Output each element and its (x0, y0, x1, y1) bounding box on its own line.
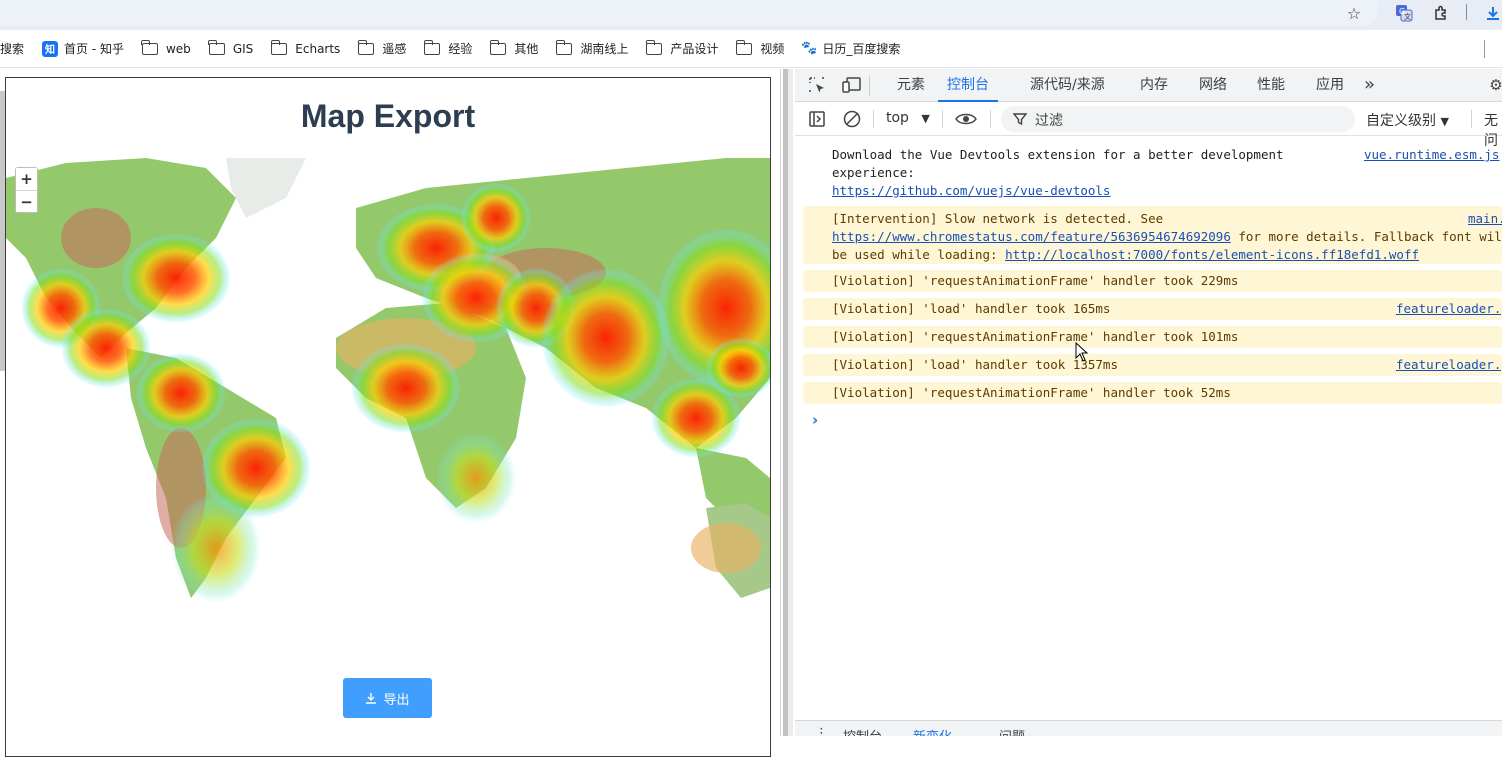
zoom-out-button[interactable]: − (16, 190, 37, 212)
tab-network[interactable]: 网络 (1199, 69, 1227, 102)
bookmark-baidu-calendar[interactable]: 🐾 日历_百度搜索 (801, 37, 900, 61)
page-viewport: Map Export + − 导出 (0, 69, 780, 757)
context-selector[interactable]: top ▼ (886, 110, 930, 126)
source-link[interactable]: featureloader.js (1396, 356, 1502, 374)
bookmarks-divider (1484, 40, 1485, 58)
inspect-element-icon[interactable] (806, 74, 828, 96)
tab-application[interactable]: 应用 (1316, 69, 1344, 102)
extensions-icon[interactable] (1430, 2, 1452, 24)
devtools-tabbar: 元素 控制台 源代码/来源 内存 网络 性能 应用 » ⚙ (795, 69, 1502, 102)
splitter-handle[interactable] (783, 69, 788, 736)
folder-icon (555, 39, 573, 55)
bookmark-folder-video[interactable]: 视频 (735, 37, 784, 61)
console-link[interactable]: http://localhost:7000/fonts/element-icon… (1005, 247, 1419, 262)
bookmark-folder-echarts[interactable]: Echarts (270, 37, 340, 61)
source-link[interactable]: featureloader.js (1396, 300, 1502, 318)
live-expression-eye-icon[interactable] (955, 108, 977, 130)
zoom-in-button[interactable]: + (16, 168, 37, 190)
bookmark-zhihu[interactable]: 知首页 - 知乎 (42, 37, 124, 61)
source-link[interactable]: main.js (1468, 210, 1502, 228)
tab-memory[interactable]: 内存 (1140, 69, 1168, 102)
translate-icon[interactable]: G文 (1393, 2, 1415, 24)
folder-icon (141, 39, 158, 55)
tab-sources[interactable]: 源代码/来源 (1030, 69, 1105, 102)
drawer-tab-issues[interactable]: 问题 (999, 726, 1025, 736)
console-warning: [Violation] 'load' handler took 1357ms f… (803, 354, 1502, 376)
bookmark-folder-product-design[interactable]: 产品设计 (645, 37, 718, 61)
toolbar-separator (942, 110, 943, 128)
console-prompt-icon[interactable]: › (812, 411, 818, 429)
bookmarks-bar: 搜索 知首页 - 知乎 web GIS Echarts 遥感 经验 其他 湖南线… (0, 30, 1502, 68)
drawer-tab-whats-new[interactable]: 新变化 (913, 726, 952, 736)
console-warning: [Violation] 'requestAnimationFrame' hand… (803, 270, 1502, 292)
console-warning: [Violation] 'requestAnimationFrame' hand… (803, 326, 1502, 348)
folder-icon (357, 39, 375, 55)
bookmark-folder-hunan[interactable]: 湖南线上 (555, 37, 628, 61)
bookmark-search[interactable]: 搜索 (0, 37, 24, 61)
device-toggle-icon[interactable] (841, 74, 863, 96)
bookmark-folder-gis[interactable]: GIS (208, 37, 253, 61)
drawer-tab-console[interactable]: 控制台 (843, 726, 882, 736)
console-warning: [Intervention] Slow network is detected.… (803, 206, 1502, 264)
console-warning: [Violation] 'load' handler took 165ms fe… (803, 298, 1502, 320)
sidebar-toggle-icon[interactable] (806, 108, 828, 130)
clear-console-icon[interactable] (841, 108, 863, 130)
console-toolbar: top ▼ 过滤 自定义级别 ▼ 无问 (795, 102, 1502, 149)
zoom-control: + − (15, 167, 38, 213)
console-messages: Download the Vue Devtools extension for … (795, 138, 1502, 698)
console-link[interactable]: https://www.chromestatus.com/feature/563… (832, 229, 1231, 244)
tab-performance[interactable]: 性能 (1257, 69, 1285, 102)
app-container: Map Export + − 导出 (5, 77, 771, 757)
dropdown-arrow-icon: ▼ (921, 112, 930, 125)
baidu-paw-icon: 🐾 (801, 41, 818, 56)
toolbar-separator (990, 110, 991, 128)
devtools-drawer: ⋮ 控制台 新变化 问题 (795, 720, 1502, 736)
folder-icon (735, 39, 753, 55)
bookmark-folder-web[interactable]: web (141, 37, 191, 61)
drawer-menu-icon[interactable]: ⋮ (815, 726, 828, 736)
settings-gear-icon[interactable]: ⚙ (1485, 74, 1502, 96)
world-heatmap (6, 158, 770, 603)
address-bar[interactable] (0, 0, 1378, 26)
console-link[interactable]: https://github.com/vuejs/vue-devtools (832, 182, 1110, 200)
devtools-panel: 元素 控制台 源代码/来源 内存 网络 性能 应用 » ⚙ top ▼ 过滤 自… (795, 69, 1502, 736)
devtools-splitter[interactable] (780, 69, 795, 736)
folder-icon (645, 39, 663, 55)
svg-text:文: 文 (1404, 12, 1411, 21)
source-link[interactable]: vue.runtime.esm.js (1364, 146, 1499, 164)
page-title: Map Export (300, 98, 476, 134)
log-levels-dropdown[interactable]: 自定义级别 ▼ (1366, 110, 1449, 130)
download-icon[interactable] (1482, 2, 1502, 24)
heatmap-map[interactable]: + − (6, 158, 770, 658)
console-message: Download the Vue Devtools extension for … (832, 146, 1500, 200)
folder-icon (270, 39, 288, 55)
toolbar-separator (873, 110, 874, 128)
zhihu-icon: 知 (42, 40, 59, 57)
tab-elements[interactable]: 元素 (897, 69, 925, 102)
console-warning: [Violation] 'requestAnimationFrame' hand… (803, 382, 1502, 404)
bookmark-folder-remote-sensing[interactable]: 遥感 (357, 37, 406, 61)
bookmark-folder-other[interactable]: 其他 (489, 37, 538, 61)
browser-toolbar: ☆ G文 (0, 0, 1502, 30)
tabbar-divider (869, 76, 870, 96)
mouse-cursor-icon (1075, 342, 1089, 362)
folder-icon (423, 39, 441, 55)
more-tabs-icon[interactable]: » (1364, 69, 1375, 102)
export-button[interactable]: 导出 (343, 678, 432, 718)
dropdown-arrow-icon: ▼ (1440, 115, 1449, 128)
filter-funnel-icon (1013, 113, 1027, 126)
filter-input[interactable]: 过滤 (1001, 106, 1355, 132)
folder-icon (489, 39, 507, 55)
star-icon[interactable]: ☆ (1343, 2, 1365, 24)
toolbar-separator (1471, 110, 1472, 128)
folder-icon (208, 39, 225, 55)
toolbar-divider (1466, 4, 1467, 20)
tab-console[interactable]: 控制台 (938, 69, 998, 102)
bookmark-folder-experience[interactable]: 经验 (423, 37, 472, 61)
download-icon (366, 693, 377, 704)
